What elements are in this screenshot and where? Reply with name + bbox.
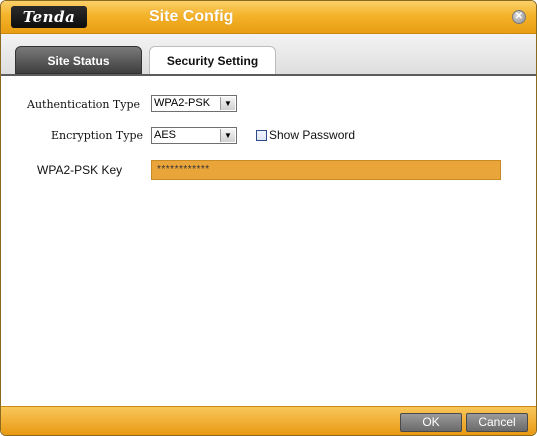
encryption-type-select[interactable]: AES ▼: [151, 127, 237, 144]
show-password-checkbox[interactable]: [256, 130, 267, 141]
chevron-down-icon[interactable]: ▼: [220, 97, 235, 110]
authentication-type-value: WPA2-PSK: [154, 97, 211, 109]
authentication-type-select[interactable]: WPA2-PSK ▼: [151, 95, 237, 112]
tab-security-setting[interactable]: Security Setting: [149, 46, 276, 74]
security-setting-panel: Authentication Type WPA2-PSK ▼ Encryptio…: [1, 76, 536, 407]
title-bar[interactable]: Tenda Site Config ✕: [1, 1, 536, 34]
authentication-type-label: Authentication Type: [27, 98, 141, 111]
site-config-window: Tenda Site Config ✕ Site Status Security…: [0, 0, 537, 436]
show-password-label[interactable]: Show Password: [269, 128, 355, 142]
cancel-button[interactable]: Cancel: [466, 413, 528, 432]
wpa2-psk-key-label: WPA2-PSK Key: [37, 163, 123, 177]
tab-bar: Site Status Security Setting: [1, 34, 536, 76]
chevron-down-icon[interactable]: ▼: [220, 129, 235, 142]
bottom-bar: OK Cancel: [1, 406, 536, 435]
window-title: Site Config: [149, 8, 234, 25]
tenda-logo: Tenda: [11, 6, 87, 28]
wpa2-psk-key-input[interactable]: ************: [151, 160, 501, 180]
ok-button[interactable]: OK: [400, 413, 462, 432]
close-icon[interactable]: ✕: [512, 10, 526, 24]
tab-site-status[interactable]: Site Status: [15, 46, 142, 74]
encryption-type-value: AES: [154, 129, 177, 141]
encryption-type-label: Encryption Type: [51, 129, 144, 142]
